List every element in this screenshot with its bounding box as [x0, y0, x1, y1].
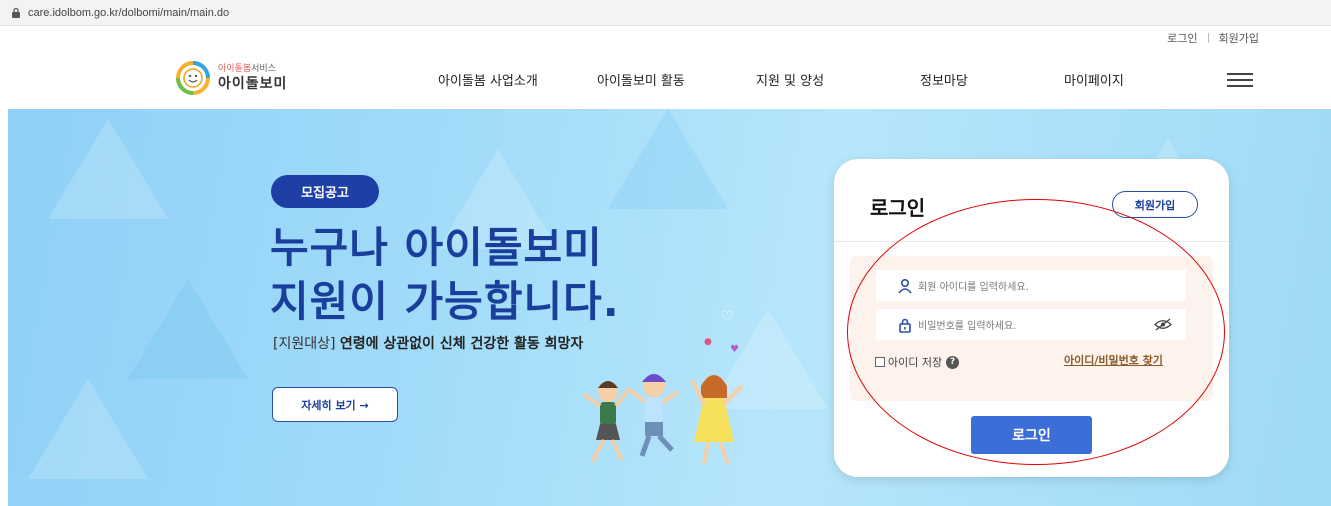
bg-shape: [608, 109, 728, 209]
remember-id[interactable]: 아이디 저장 ?: [875, 354, 960, 370]
browser-url-bar[interactable]: care.idolbom.go.kr/dolbomi/main/main.do: [0, 0, 1331, 26]
login-title: 로그인: [870, 196, 926, 220]
hero-headline: 누구나 아이돌보미 지원이 가능합니다.: [270, 223, 620, 326]
signup-button[interactable]: 회원가입: [1112, 191, 1198, 218]
global-navigation: 아이돌봄서비스 아이돌보미 아이돌봄 사업소개 아이돌보미 활동 지원 및 양성…: [0, 48, 1331, 108]
login-form: 회원 아이디를 입력하세요. 비밀번호를 입력하세요. 아이디 저장 ? 아이디…: [834, 241, 1229, 477]
divider: [1207, 33, 1209, 43]
utility-links: 로그인 회원가입: [1167, 30, 1259, 46]
children-illustration: [582, 374, 744, 465]
utility-login-link[interactable]: 로그인: [1167, 30, 1197, 46]
padlock-icon: [899, 318, 911, 333]
eye-slash-icon[interactable]: [1154, 318, 1172, 331]
menu-business-intro[interactable]: 아이돌봄 사업소개: [438, 70, 538, 89]
menu-support-training[interactable]: 지원 및 양성: [756, 70, 824, 89]
heart-icon: ♡: [721, 309, 734, 325]
login-button[interactable]: 로그인: [971, 416, 1092, 454]
site-logo[interactable]: 아이돌봄서비스 아이돌보미: [176, 61, 287, 95]
help-icon[interactable]: ?: [946, 355, 960, 369]
menu-mypage[interactable]: 마이페이지: [1064, 70, 1124, 89]
menu-caregiver-activity[interactable]: 아이돌보미 활동: [597, 70, 685, 89]
remember-checkbox[interactable]: [875, 357, 885, 367]
recruit-badge[interactable]: 모집공고: [271, 175, 379, 208]
heart-icon: ♥: [730, 344, 739, 355]
support-target: [지원대상] 연령에 상관없이 신체 건강한 활동 희망자: [273, 336, 584, 352]
remember-label: 아이디 저장: [888, 356, 943, 369]
user-icon: [898, 278, 912, 294]
logo-title: 아이돌보미: [218, 75, 288, 92]
hamburger-icon[interactable]: [1227, 73, 1253, 87]
password-input[interactable]: 비밀번호를 입력하세요.: [876, 309, 1186, 340]
login-card: 로그인 회원가입 회원 아이디를 입력하세요. 비밀번호를 입력하세요. 아이디…: [834, 159, 1229, 477]
password-placeholder: 비밀번호를 입력하세요.: [918, 321, 1017, 332]
id-input[interactable]: 회원 아이디를 입력하세요.: [876, 270, 1186, 301]
lock-icon: [12, 7, 20, 18]
bg-shape: [48, 119, 168, 219]
menu-info[interactable]: 정보마당: [920, 70, 968, 89]
heart-icon: ●: [704, 337, 712, 347]
bg-shape: [28, 379, 148, 479]
id-placeholder: 회원 아이디를 입력하세요.: [918, 282, 1029, 293]
logo-subtitle: 아이돌봄서비스: [218, 63, 276, 74]
url-text[interactable]: care.idolbom.go.kr/dolbomi/main/main.do: [28, 7, 229, 19]
utility-signup-link[interactable]: 회원가입: [1219, 30, 1259, 46]
more-details-button[interactable]: 자세히 보기 →: [272, 387, 398, 422]
bg-shape: [128, 279, 248, 379]
find-account-link[interactable]: 아이디/비밀번호 찾기: [1064, 352, 1163, 368]
smile-logo-icon: [176, 61, 210, 95]
